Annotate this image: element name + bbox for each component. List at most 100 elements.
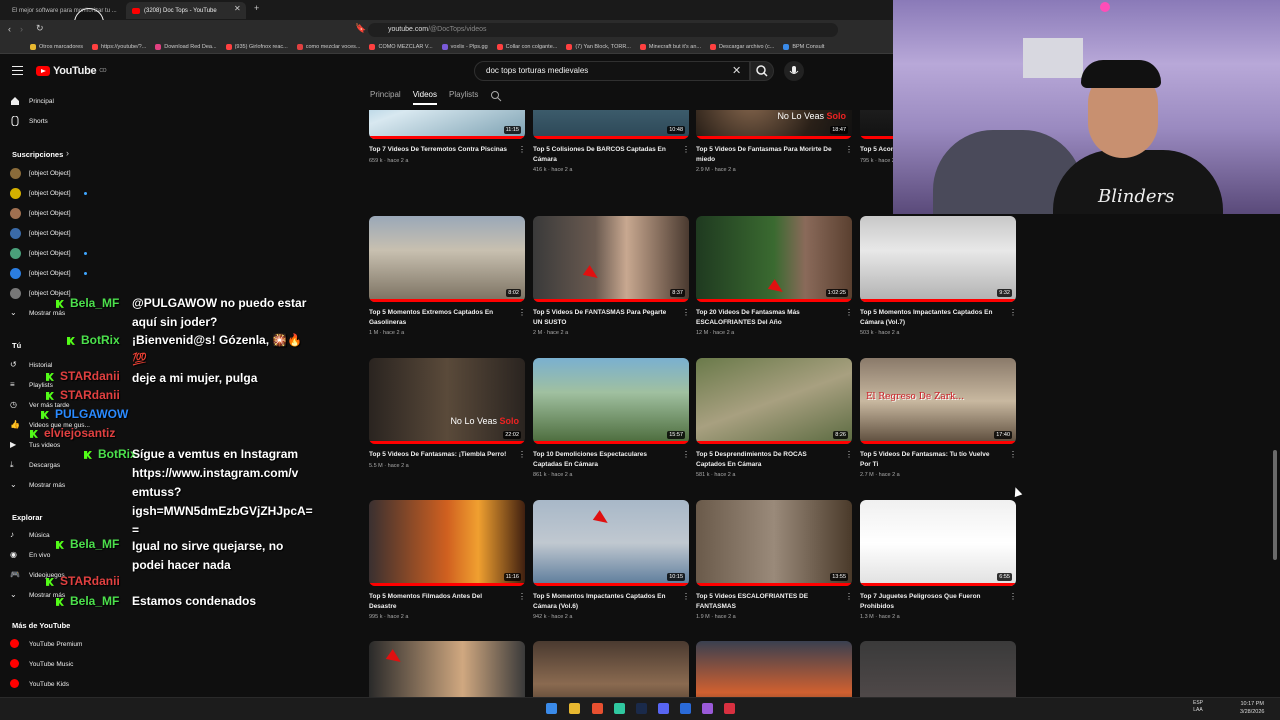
taskbar-clock[interactable]: 10:17 PM 3/28/2026 bbox=[1240, 700, 1264, 716]
bookmark-item[interactable]: Collar con colgante... bbox=[496, 43, 557, 50]
sidebar-item-subscription[interactable]: [object Object] bbox=[10, 228, 71, 239]
menu-icon[interactable] bbox=[12, 66, 23, 75]
video-title[interactable]: Top 7 Juguetes Peligrosos Que Fueron Pro… bbox=[860, 592, 1002, 611]
app-icon[interactable] bbox=[614, 703, 625, 714]
video-thumbnail[interactable] bbox=[533, 641, 689, 700]
bookmark-item[interactable]: COMO MEZCLAR V... bbox=[369, 43, 433, 50]
sidebar-item-shorts[interactable]: Shorts bbox=[10, 115, 48, 127]
more-options-icon[interactable]: ⋮ bbox=[1009, 592, 1017, 601]
video-thumbnail[interactable]: 11:15 bbox=[369, 110, 525, 139]
more-options-icon[interactable]: ⋮ bbox=[518, 450, 526, 459]
video-title[interactable]: Top 5 Videos De Fantasmas Para Morirte D… bbox=[696, 145, 838, 164]
video-card[interactable]: No Lo Veas Solo 22:02 Top 5 Videos De Fant… bbox=[369, 358, 526, 469]
video-title[interactable]: Top 5 Momentos Impactantes Captados En C… bbox=[533, 592, 675, 611]
more-options-icon[interactable]: ⋮ bbox=[1009, 450, 1017, 459]
sidebar-item-explore[interactable]: ◉ En vivo bbox=[10, 550, 50, 560]
bookmark-item[interactable]: voxlix - Plps.gg bbox=[441, 43, 488, 50]
section-header-subscriptions[interactable]: Suscripciones bbox=[12, 150, 63, 159]
video-thumbnail[interactable]: 6:55 bbox=[860, 500, 1016, 586]
video-thumbnail[interactable]: 11:16 bbox=[369, 500, 525, 586]
steam-icon[interactable] bbox=[636, 703, 647, 714]
more-options-icon[interactable]: ⋮ bbox=[518, 145, 526, 154]
sidebar-item-subscription[interactable]: [object Object] bbox=[10, 188, 87, 199]
browser-tab-active[interactable]: (3208) Doc Tops - YouTube bbox=[126, 2, 246, 19]
browser-tab[interactable]: El mejor software para monitorizar tu ..… bbox=[6, 2, 124, 19]
app-icon[interactable] bbox=[724, 703, 735, 714]
sidebar-item-youtube-app[interactable]: YouTube Music bbox=[10, 659, 73, 669]
channel-search-icon[interactable] bbox=[490, 90, 502, 102]
video-card[interactable]: 6:55 Top 7 Juguetes Peligrosos Que Fueron… bbox=[860, 500, 1017, 620]
bookmark-item[interactable]: como mezclar voces... bbox=[296, 43, 360, 50]
video-title[interactable]: Top 5 Desprendimientos De ROCAS Captados… bbox=[696, 450, 838, 469]
video-card[interactable] bbox=[533, 641, 689, 700]
discord-icon[interactable] bbox=[658, 703, 669, 714]
input-language[interactable]: ESP LAA bbox=[1193, 700, 1203, 714]
voice-search-button[interactable] bbox=[784, 61, 804, 81]
video-title[interactable]: Top 10 Demoliciones Espectaculares Capta… bbox=[533, 450, 675, 469]
address-bar[interactable]: youtube.com/@DocTops/videos bbox=[368, 23, 838, 37]
bookmark-item[interactable]: (7) Yan Block, TORR... bbox=[566, 43, 631, 50]
video-thumbnail[interactable]: El Regreso De Zark... 17:40 bbox=[860, 358, 1016, 444]
video-thumbnail[interactable]: 8:02 bbox=[369, 216, 525, 302]
video-title[interactable]: Top 5 Videos De Fantasmas: ¡Tiembla Perr… bbox=[369, 450, 511, 460]
video-thumbnail[interactable] bbox=[696, 641, 852, 700]
brave-browser-icon[interactable] bbox=[592, 703, 603, 714]
video-thumbnail[interactable]: 10:15 bbox=[533, 500, 689, 586]
app-icon[interactable] bbox=[702, 703, 713, 714]
video-card[interactable]: 10:48 Top 5 Colisiones De BARCOS Captadas… bbox=[533, 110, 690, 173]
more-options-icon[interactable]: ⋮ bbox=[845, 308, 853, 317]
video-card[interactable]: 1:02:25 Top 20 Videos De Fantasmas Más ES… bbox=[696, 216, 853, 336]
more-options-icon[interactable]: ⋮ bbox=[682, 592, 690, 601]
close-tab-icon[interactable]: ✕ bbox=[234, 4, 241, 13]
video-card[interactable]: 8:26 Top 5 Desprendimientos De ROCAS Capt… bbox=[696, 358, 853, 478]
video-card[interactable] bbox=[696, 641, 852, 700]
video-card[interactable]: 11:16 Top 5 Momentos Filmados Antes Del D… bbox=[369, 500, 526, 620]
sidebar-item-subscription[interactable]: [object Object] bbox=[10, 268, 87, 279]
bookmark-icon[interactable]: 🔖 bbox=[355, 23, 366, 34]
video-thumbnail[interactable]: 8:37 bbox=[533, 216, 689, 302]
more-options-icon[interactable]: ⋮ bbox=[845, 450, 853, 459]
video-card[interactable]: El Regreso De Zark... 17:40 Top 5 Videos D… bbox=[860, 358, 1017, 478]
sidebar-item-principal[interactable]: Principal bbox=[10, 96, 54, 106]
page-scrollbar[interactable] bbox=[1273, 450, 1277, 560]
sidebar-item-subscription[interactable]: [object Object] bbox=[10, 168, 71, 179]
video-card[interactable]: No Lo Veas Solo 18:47 Top 5 Videos De Fant… bbox=[696, 110, 853, 173]
video-title[interactable]: Top 5 Colisiones De BARCOS Captadas En C… bbox=[533, 145, 675, 164]
sidebar-item-subscription[interactable]: [object Object] bbox=[10, 208, 71, 219]
file-explorer-icon[interactable] bbox=[569, 703, 580, 714]
video-thumbnail[interactable]: 8:26 bbox=[696, 358, 852, 444]
video-title[interactable]: Top 7 Videos De Terremotos Contra Piscin… bbox=[369, 145, 511, 155]
video-thumbnail[interactable] bbox=[860, 641, 1016, 700]
video-thumbnail[interactable]: 9:32 bbox=[860, 216, 1016, 302]
new-tab-icon[interactable]: + bbox=[254, 3, 259, 13]
video-thumbnail[interactable]: 15:57 bbox=[533, 358, 689, 444]
video-card[interactable]: 15:57 Top 10 Demoliciones Espectaculares … bbox=[533, 358, 690, 478]
tab-playlists[interactable]: Playlists bbox=[449, 90, 478, 105]
video-card[interactable]: 8:02 Top 5 Momentos Extremos Captados En … bbox=[369, 216, 526, 336]
bookmark-item[interactable]: https://youtube/?... bbox=[92, 43, 146, 50]
video-card[interactable]: 8:37 Top 5 Videos De FANTASMAS Para Pegar… bbox=[533, 216, 690, 336]
app-icon[interactable] bbox=[680, 703, 691, 714]
sidebar-item-youtube-app[interactable]: YouTube Kids bbox=[10, 679, 69, 689]
tab-principal[interactable]: Principal bbox=[370, 90, 401, 105]
bookmark-item[interactable]: Minecraft but it's an... bbox=[639, 43, 701, 50]
search-input[interactable]: doc tops torturas medievales bbox=[474, 61, 750, 81]
more-options-icon[interactable]: ⋮ bbox=[682, 145, 690, 154]
reload-icon[interactable]: ↻ bbox=[36, 23, 44, 34]
video-title[interactable]: Top 20 Videos De Fantasmas Más ESCALOFRI… bbox=[696, 308, 838, 327]
sidebar-item-download[interactable]: ⤓ Descargas bbox=[10, 460, 60, 470]
windows-start-icon[interactable] bbox=[546, 703, 557, 714]
section-header-you[interactable]: Tú bbox=[12, 341, 21, 350]
forward-icon[interactable]: › bbox=[20, 24, 23, 34]
video-thumbnail[interactable]: 13:55 bbox=[696, 500, 852, 586]
more-options-icon[interactable]: ⋮ bbox=[682, 308, 690, 317]
video-title[interactable]: Top 5 Momentos Filmados Antes Del Desast… bbox=[369, 592, 511, 611]
video-title[interactable]: Top 5 Videos ESCALOFRIANTES DE FANTASMAS bbox=[696, 592, 838, 611]
more-options-icon[interactable]: ⋮ bbox=[845, 145, 853, 154]
search-button[interactable] bbox=[750, 61, 774, 81]
video-title[interactable]: Top 5 Videos De Fantasmas: Tu tío Vuelve… bbox=[860, 450, 1002, 469]
sidebar-item-explore[interactable]: ♪ Música bbox=[10, 530, 50, 540]
video-title[interactable]: Top 5 Momentos Extremos Captados En Gaso… bbox=[369, 308, 511, 327]
video-card[interactable] bbox=[860, 641, 1016, 700]
clear-search-icon[interactable]: ✕ bbox=[732, 64, 741, 77]
